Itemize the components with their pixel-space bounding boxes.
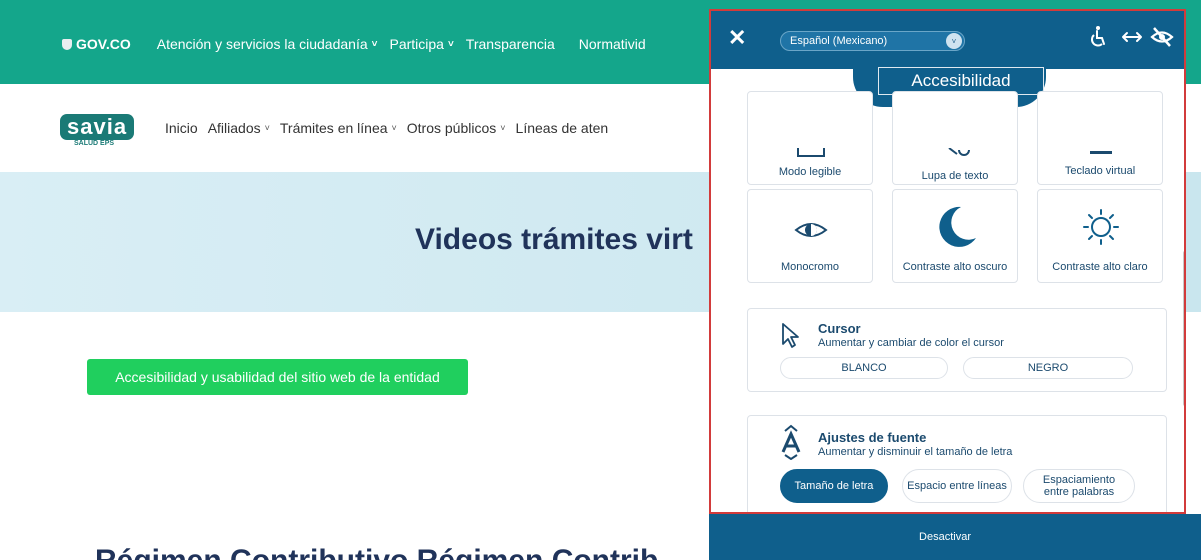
- savia-logo-sub: SALUD EPS: [74, 140, 115, 147]
- eye-icon: [794, 223, 828, 237]
- font-section: Ajustes de fuente Aumentar y disminuir e…: [747, 415, 1167, 512]
- page-title: Videos trámites virt: [415, 223, 693, 256]
- tile-label: Modo legible: [778, 166, 842, 178]
- cursor-section: Cursor Aumentar y cambiar de color el cu…: [747, 308, 1167, 392]
- readable-mode-icon: [797, 148, 825, 157]
- gov-link-label: Participa: [389, 36, 444, 52]
- tile-contraste-oscuro[interactable]: Contraste alto oscuro: [892, 189, 1018, 283]
- gov-bar-content: GOV.CO Atención y servicios la ciudadaní…: [62, 36, 658, 52]
- word-spacing-button[interactable]: Espaciamiento entre palabras: [1023, 469, 1135, 503]
- tile-modo-legible[interactable]: Modo legible: [747, 91, 873, 185]
- menu-item-lineas[interactable]: Líneas de aten: [516, 120, 609, 136]
- language-select[interactable]: Español (Mexicano) ˅: [780, 31, 965, 51]
- gov-shield-icon: [62, 38, 72, 50]
- chevron-down-icon: ˅: [391, 123, 397, 133]
- gov-link-transparencia[interactable]: Transparencia: [466, 36, 555, 52]
- savia-logo-text: savia: [60, 114, 135, 140]
- tile-teclado-virtual[interactable]: Teclado virtual: [1037, 91, 1163, 185]
- menu-label: Otros públicos: [406, 120, 497, 136]
- section-title: Ajustes de fuente: [818, 430, 927, 445]
- gov-logo-text: GOV.CO: [76, 36, 131, 52]
- deactivate-bar[interactable]: Desactivar: [709, 514, 1201, 560]
- tile-label: Monocromo: [780, 261, 840, 273]
- tile-label: Teclado virtual: [1064, 165, 1136, 177]
- cursor-white-button[interactable]: BLANCO: [780, 357, 948, 379]
- menu-item-otros-publicos[interactable]: Otros públicos ˅: [407, 120, 506, 136]
- language-select-value: Español (Mexicano): [790, 35, 888, 47]
- menu-item-tramites[interactable]: Trámites en línea ˅: [280, 120, 397, 136]
- gov-link-label: Transparencia: [465, 36, 555, 52]
- chevron-down-icon: ˅: [447, 38, 454, 50]
- close-icon[interactable]: ✕: [728, 27, 746, 49]
- tile-contraste-claro[interactable]: Contraste alto claro: [1037, 189, 1163, 283]
- cursor-arrow-icon: [782, 323, 799, 348]
- gov-logo[interactable]: GOV.CO: [62, 36, 131, 52]
- horizontal-arrows-icon[interactable]: [1120, 25, 1144, 49]
- menu-label: Líneas de aten: [515, 120, 609, 136]
- menu-item-afiliados[interactable]: Afiliados ˅: [208, 120, 270, 136]
- magnifier-icon: [948, 148, 970, 156]
- moon-icon: [939, 206, 976, 247]
- cursor-black-button[interactable]: NEGRO: [963, 357, 1133, 379]
- section-description: Aumentar y disminuir el tamaño de letra: [818, 446, 1013, 458]
- line-spacing-button[interactable]: Espacio entre líneas: [902, 469, 1012, 503]
- menu-label: Trámites en línea: [279, 120, 388, 136]
- accessibility-link-button[interactable]: Accesibilidad y usabilidad del sitio web…: [87, 359, 468, 395]
- chevron-down-icon: ˅: [500, 123, 506, 133]
- chevron-down-icon: ˅: [946, 33, 962, 49]
- font-size-button[interactable]: Tamaño de letra: [780, 469, 888, 503]
- gov-link-atencion[interactable]: Atención y servicios la ciudadanía ˅: [157, 36, 378, 52]
- chevron-down-icon: ˅: [371, 38, 378, 50]
- section-description: Aumentar y cambiar de color el cursor: [818, 337, 1004, 349]
- accessibility-panel: ✕ Español (Mexicano) ˅ Accesibilidad Mod…: [709, 9, 1186, 514]
- site-menu: Inicio Afiliados ˅ Trámites en línea ˅ Otr…: [165, 120, 618, 136]
- section-heading: Régimen Contributivo Régimen Contrib: [95, 544, 658, 560]
- menu-label: Afiliados: [207, 120, 261, 136]
- deactivate-label: Desactivar: [919, 531, 971, 543]
- font-size-icon: [781, 424, 801, 460]
- menu-label: Inicio: [165, 120, 198, 136]
- gov-link-label: Normativid: [578, 36, 646, 52]
- savia-logo[interactable]: savia SALUD EPS: [60, 114, 138, 148]
- tile-label: Contraste alto claro: [1052, 261, 1148, 273]
- gov-link-normatividad[interactable]: Normativid: [579, 36, 646, 52]
- hide-eye-icon[interactable]: [1150, 25, 1174, 49]
- tile-lupa-texto[interactable]: Lupa de texto: [892, 91, 1018, 185]
- section-title: Cursor: [818, 321, 861, 336]
- keyboard-icon: [1090, 151, 1112, 154]
- gov-link-participa[interactable]: Participa ˅: [389, 36, 453, 52]
- menu-item-inicio[interactable]: Inicio: [165, 120, 198, 136]
- tile-label: Lupa de texto: [921, 170, 989, 182]
- tile-label: Contraste alto oscuro: [902, 261, 1008, 273]
- sun-icon: [1083, 209, 1119, 245]
- gov-link-label: Atención y servicios la ciudadanía: [156, 36, 368, 52]
- panel-scrollbar[interactable]: [1183, 251, 1184, 406]
- accessibility-person-icon[interactable]: [1086, 25, 1110, 49]
- tile-monocromo[interactable]: Monocromo: [747, 189, 873, 283]
- chevron-down-icon: ˅: [264, 123, 270, 133]
